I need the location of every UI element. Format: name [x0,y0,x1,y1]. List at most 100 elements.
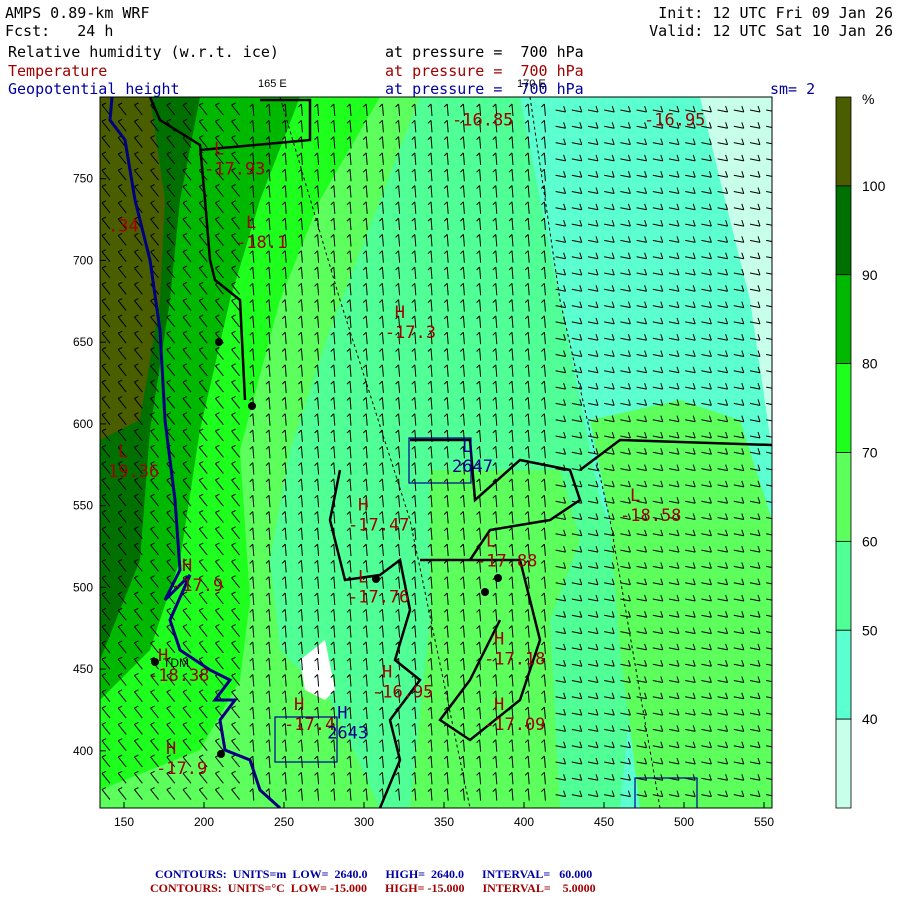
wind-barb [524,266,530,280]
wind-barb [766,565,772,569]
wind-barb [685,252,696,260]
wind-barb [379,723,384,736]
wind-barb [298,364,303,377]
wind-barb [314,674,320,687]
wind-barb [652,122,664,129]
wind-barb [198,575,208,589]
wind-barb [749,187,761,194]
wind-barb [492,266,498,280]
wind-barb [281,690,287,703]
wind-barb [249,136,255,149]
wind-barb [379,462,384,475]
wind-barb [701,741,712,749]
wind-barb [411,608,417,622]
wind-barb [346,266,352,280]
wind-barb [231,656,240,670]
wind-barb [749,529,761,537]
wind-barb [668,350,680,357]
wind-barb [636,741,648,749]
wind-barb [362,168,368,182]
wind-barb [620,317,631,325]
wind-barb [330,103,336,117]
wind-barb [395,462,401,475]
wind-barb [182,526,192,540]
wind-barb [701,676,712,683]
wind-barb [604,774,615,781]
wind-barb [134,770,143,784]
wind-barb [362,657,368,671]
wind-barb [101,102,111,116]
wind-barb [215,232,224,246]
wind-barb [150,151,159,165]
wind-barb [231,216,240,230]
wind-barb [587,382,599,390]
wind-barb [101,444,111,458]
wind-barb [395,608,401,622]
contour-value-label: -18.1 [236,233,287,253]
wind-barb [101,689,111,703]
wind-barb [379,185,384,198]
wind-barb [150,738,159,752]
wind-barb [541,462,546,475]
wind-barb [249,608,255,622]
wind-barb [492,527,498,540]
wind-barb [362,674,368,687]
wind-barb [101,167,111,181]
wind-barb [733,382,745,390]
wind-barb [249,201,255,214]
wind-barb [150,461,159,474]
wind-barb [476,739,482,752]
wind-barb [685,448,696,455]
wind-barb [766,207,772,210]
wind-barb [749,611,761,618]
wind-barb [395,250,401,263]
height-label-box [634,777,698,808]
wind-barb [427,625,433,638]
wind-barb [717,562,729,569]
wind-barb [766,337,772,340]
wind-barb [379,543,384,557]
wind-barb [524,641,530,654]
wind-barb [150,673,159,686]
wind-barb [604,692,615,700]
wind-barb [587,708,599,716]
wind-barb [717,301,729,309]
wind-barb [182,477,192,491]
wind-barb [636,627,648,635]
wind-barb [749,774,761,781]
wind-barb [587,725,599,732]
wind-barb [749,790,761,798]
wind-barb [701,219,712,227]
wind-barb [265,185,271,198]
wind-barb [346,511,352,524]
wind-barb [249,576,255,589]
wind-barb [411,788,417,801]
wind-barb [701,350,712,357]
wind-barb [134,249,143,263]
wind-barb [620,301,631,309]
wind-barb [443,364,449,377]
wind-barb [265,657,271,671]
wind-barb [198,705,208,719]
wind-barb [198,232,208,246]
wind-barb [587,676,599,683]
wind-barb [314,250,320,263]
wind-barb [668,692,680,700]
wind-barb [281,119,287,133]
wind-barb [460,674,465,687]
x-tick-label: 550 [754,815,774,829]
wind-barb [555,611,567,618]
wind-barb [231,542,240,556]
wind-barb [508,706,514,720]
wind-barb [652,171,664,178]
wind-barb [231,135,240,148]
wind-barb [298,282,303,296]
wind-barb [733,105,745,113]
wind-barb [620,529,631,537]
wind-barb [346,641,352,654]
colorbar-swatch [835,274,852,365]
wind-barb [508,527,514,540]
wind-barb [150,298,159,311]
wind-barb [298,576,303,589]
wind-barb [411,576,417,589]
